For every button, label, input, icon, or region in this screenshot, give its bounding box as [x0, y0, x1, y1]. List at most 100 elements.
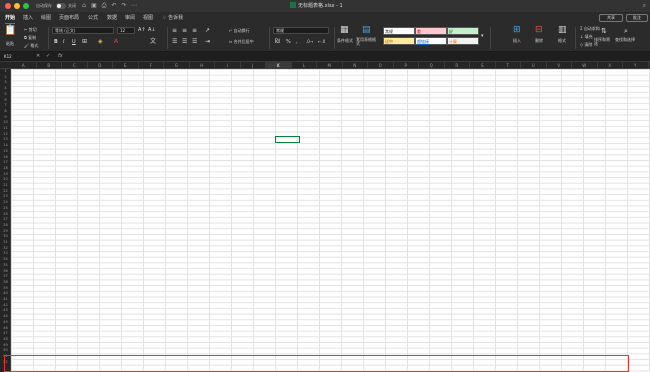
fill-button[interactable]: ↓ 填充	[580, 34, 593, 39]
orientation-icon[interactable]: ↗	[205, 27, 210, 35]
decrease-decimal-icon[interactable]: ←.0	[318, 38, 325, 46]
minimize-window-button[interactable]	[14, 3, 20, 9]
insert-label[interactable]: 插入	[513, 38, 521, 43]
column-header-g[interactable]: G	[164, 62, 190, 69]
format-cells-icon[interactable]: ▥	[558, 26, 567, 35]
font-size-select[interactable]: 12	[117, 27, 135, 34]
column-header-q[interactable]: Q	[419, 62, 445, 69]
tab-tell-me[interactable]: ♢ 告诉我	[162, 14, 183, 22]
autosum-button[interactable]: Σ 自动求和	[580, 26, 600, 31]
style-normal[interactable]: 常规	[383, 27, 415, 35]
tab-view[interactable]: 视图	[143, 14, 153, 22]
indent-icon[interactable]: ⇥	[205, 38, 210, 46]
column-header-w[interactable]: W	[572, 62, 598, 69]
tab-page-layout[interactable]: 页面布局	[59, 14, 79, 22]
decrease-font-icon[interactable]: A↓	[148, 26, 156, 34]
bold-button[interactable]: B	[54, 38, 58, 46]
percent-button[interactable]: %	[286, 38, 291, 46]
style-hyperlink[interactable]: 超链接	[415, 37, 447, 45]
wrap-text-button[interactable]: ↵ 自动换行	[229, 28, 250, 33]
column-header-s[interactable]: S	[470, 62, 496, 69]
column-header-a[interactable]: A	[11, 62, 37, 69]
column-header-k[interactable]: K	[266, 62, 292, 69]
column-header-n[interactable]: N	[343, 62, 368, 69]
sort-filter-label[interactable]: 排序和筛选	[594, 38, 612, 46]
borders-icon[interactable]: ⊞	[82, 38, 87, 46]
delete-cells-icon[interactable]: ⊟	[535, 26, 543, 35]
cut-button[interactable]: ✂ 剪切	[24, 27, 37, 32]
sort-filter-icon[interactable]: ⇅	[601, 27, 607, 35]
column-header-f[interactable]: F	[139, 62, 164, 69]
comma-button[interactable]: ,	[296, 38, 298, 46]
column-header-r[interactable]: R	[445, 62, 470, 69]
align-middle-icon[interactable]: ≡	[182, 27, 187, 35]
column-header-h[interactable]: H	[190, 62, 215, 69]
clear-button[interactable]: ◇ 清除	[580, 42, 592, 47]
print-icon[interactable]: ⎙	[100, 2, 108, 10]
active-cell-selection[interactable]	[275, 136, 300, 143]
more-icon[interactable]: ⋯	[130, 2, 138, 10]
tab-home[interactable]: 开始	[5, 14, 16, 24]
style-neutral[interactable]: 适中	[383, 37, 415, 45]
column-header-x[interactable]: X	[598, 62, 623, 69]
align-bottom-icon[interactable]: ≡	[192, 27, 197, 35]
home-icon[interactable]: ⌂	[80, 2, 88, 10]
number-format-select[interactable]: 常规	[273, 27, 329, 34]
format-table-icon[interactable]: ▤	[362, 26, 371, 35]
fill-color-icon[interactable]: ◈	[98, 38, 103, 46]
style-good[interactable]: 好	[447, 27, 479, 35]
redo-icon[interactable]: ↷	[120, 2, 128, 10]
conditional-format-label[interactable]: 条件格式	[337, 38, 353, 43]
font-color-icon[interactable]: A	[114, 38, 118, 46]
column-header-o[interactable]: O	[368, 62, 394, 69]
tab-review[interactable]: 审阅	[125, 14, 135, 22]
column-header-b[interactable]: B	[37, 62, 62, 69]
align-right-icon[interactable]: ☰	[192, 38, 197, 46]
format-label[interactable]: 格式	[558, 38, 566, 43]
save-icon[interactable]: ▣	[90, 2, 98, 10]
column-header-l[interactable]: L	[292, 62, 317, 69]
tab-formulas[interactable]: 公式	[88, 14, 98, 22]
currency-icon[interactable]: ₪	[275, 38, 280, 46]
undo-icon[interactable]: ↶	[110, 2, 118, 10]
column-header-j[interactable]: J	[241, 62, 266, 69]
align-left-icon[interactable]: ☰	[172, 38, 177, 46]
search-icon[interactable]: ⌕	[643, 2, 646, 10]
close-window-button[interactable]	[5, 3, 11, 9]
underline-button[interactable]: U	[72, 38, 76, 46]
align-top-icon[interactable]: ≡	[172, 27, 177, 35]
insert-cells-icon[interactable]: ⊞	[513, 26, 521, 35]
phonetic-icon[interactable]: 文	[150, 38, 156, 46]
merge-center-button[interactable]: ⇔ 合并后居中	[229, 39, 254, 44]
worksheet-grid[interactable]	[11, 69, 650, 372]
format-as-table-label[interactable]: 套用表格格式	[356, 38, 378, 46]
column-header-y[interactable]: Y	[623, 62, 649, 69]
column-header-d[interactable]: D	[88, 62, 113, 69]
column-header-v[interactable]: V	[547, 62, 572, 69]
column-header-c[interactable]: C	[62, 62, 88, 69]
autosave-toggle[interactable]	[56, 3, 66, 9]
cancel-icon[interactable]: ✕	[36, 53, 40, 60]
conditional-format-icon[interactable]: ▦	[340, 26, 349, 35]
column-header-u[interactable]: U	[521, 62, 547, 69]
tab-draw[interactable]: 绘图	[41, 14, 51, 22]
maximize-window-button[interactable]	[23, 3, 29, 9]
tab-data[interactable]: 数据	[107, 14, 117, 22]
fx-button[interactable]: fx	[58, 53, 63, 60]
increase-font-icon[interactable]: A↑	[138, 26, 146, 34]
format-painter-button[interactable]: 🖌 格式	[24, 43, 38, 48]
confirm-icon[interactable]: ✓	[46, 53, 50, 60]
column-header-e[interactable]: E	[113, 62, 139, 69]
find-select-label[interactable]: 查找和选择	[615, 38, 641, 42]
italic-button[interactable]: I	[63, 38, 64, 46]
name-box[interactable]: K12	[2, 53, 28, 60]
copy-button[interactable]: ⧉ 复制	[24, 35, 36, 40]
paste-icon[interactable]: 📋	[4, 26, 16, 36]
align-center-icon[interactable]: ☰	[182, 38, 187, 46]
column-header-t[interactable]: T	[496, 62, 521, 69]
increase-decimal-icon[interactable]: .0→	[306, 38, 313, 46]
column-header-m[interactable]: M	[317, 62, 343, 69]
style-bad[interactable]: 差	[415, 27, 447, 35]
styles-more-icon[interactable]: ▾	[481, 32, 484, 40]
column-header-p[interactable]: P	[394, 62, 419, 69]
